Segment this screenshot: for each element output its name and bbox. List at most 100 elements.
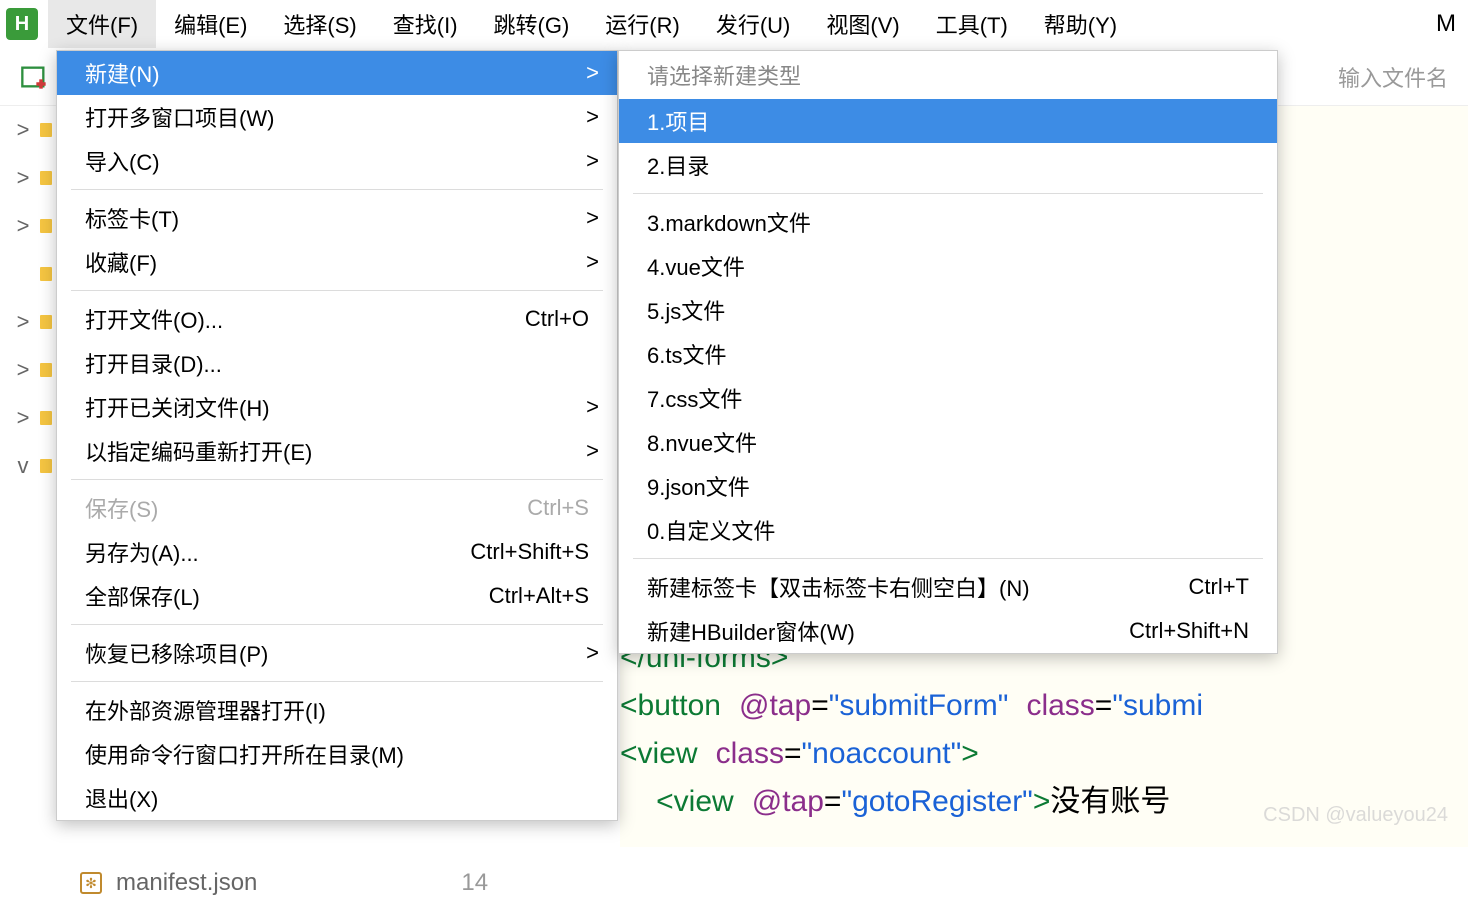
chevron-right-icon: >: [586, 60, 599, 86]
file-count: 14: [461, 869, 488, 897]
menu-shortcut: Ctrl+Alt+S: [489, 583, 589, 609]
menu-item-label: 恢复已移除项目(P): [85, 637, 589, 669]
file-menu-item[interactable]: 标签卡(T)>: [57, 196, 617, 240]
new-submenu: 请选择新建类型1.项目2.目录3.markdown文件4.vue文件5.js文件…: [618, 50, 1278, 654]
new-menu-item[interactable]: 新建标签卡【双击标签卡右侧空白】(N)Ctrl+T: [619, 565, 1277, 609]
menu-find[interactable]: 查找(I): [375, 0, 476, 48]
new-menu-item[interactable]: 4.vue文件: [619, 244, 1277, 288]
menu-separator: [71, 624, 603, 625]
tree-item[interactable]: [0, 250, 60, 298]
folder-icon: [40, 267, 52, 281]
file-menu-item[interactable]: 收藏(F)>: [57, 240, 617, 284]
menu-item-label: 收藏(F): [85, 246, 589, 278]
new-menu-item[interactable]: 0.自定义文件: [619, 508, 1277, 552]
menu-item-label: 打开目录(D)...: [85, 347, 589, 379]
file-menu-item[interactable]: 打开已关闭文件(H)>: [57, 385, 617, 429]
menu-item-label: 打开多窗口项目(W): [85, 101, 589, 133]
file-menu-item[interactable]: 恢复已移除项目(P)>: [57, 631, 617, 675]
new-menu-item[interactable]: 9.json文件: [619, 464, 1277, 508]
file-menu-item[interactable]: 新建(N)>: [57, 51, 617, 95]
bottom-file-row[interactable]: ✻ manifest.json 14: [80, 869, 488, 897]
menu-item-label: 全部保存(L): [85, 580, 489, 612]
menu-item-label: 5.js文件: [647, 294, 1249, 326]
menu-item-label: 打开文件(O)...: [85, 303, 525, 335]
chevron-right-icon: >: [14, 213, 32, 239]
filename-input-placeholder[interactable]: 输入文件名: [1338, 61, 1448, 93]
new-project-icon[interactable]: [20, 63, 48, 91]
menu-publish[interactable]: 发行(U): [698, 0, 809, 48]
new-menu-item[interactable]: 1.项目: [619, 99, 1277, 143]
app-logo: H: [6, 8, 38, 40]
menu-view[interactable]: 视图(V): [808, 0, 917, 48]
menu-item-label: 在外部资源管理器打开(I): [85, 694, 589, 726]
chevron-right-icon: >: [586, 148, 599, 174]
chevron-right-icon: >: [586, 438, 599, 464]
menu-file[interactable]: 文件(F): [48, 0, 156, 48]
new-menu-item[interactable]: 3.markdown文件: [619, 200, 1277, 244]
menu-item-label: 使用命令行窗口打开所在目录(M): [85, 738, 589, 770]
menu-tools[interactable]: 工具(T): [918, 0, 1026, 48]
menu-item-label: 导入(C): [85, 145, 589, 177]
tree-item[interactable]: >: [0, 298, 60, 346]
file-menu-item[interactable]: 导入(C)>: [57, 139, 617, 183]
file-menu-item[interactable]: 全部保存(L)Ctrl+Alt+S: [57, 574, 617, 618]
chevron-right-icon: >: [586, 104, 599, 130]
menu-separator: [71, 290, 603, 291]
menu-run[interactable]: 运行(R): [587, 0, 698, 48]
menu-separator: [71, 189, 603, 190]
new-menu-item[interactable]: 新建HBuilder窗体(W)Ctrl+Shift+N: [619, 609, 1277, 653]
folder-icon: [40, 171, 52, 185]
chevron-right-icon: >: [586, 394, 599, 420]
menu-separator: [633, 558, 1263, 559]
menu-item-label: 保存(S): [85, 492, 527, 524]
menu-item-label: 6.ts文件: [647, 338, 1249, 370]
tree-item[interactable]: >: [0, 346, 60, 394]
file-menu-item[interactable]: 打开目录(D)...: [57, 341, 617, 385]
new-menu-item[interactable]: 7.css文件: [619, 376, 1277, 420]
file-menu-item[interactable]: 保存(S)Ctrl+S: [57, 486, 617, 530]
file-menu-item[interactable]: 使用命令行窗口打开所在目录(M): [57, 732, 617, 776]
tree-item[interactable]: >: [0, 106, 60, 154]
folder-icon: [40, 123, 52, 137]
menu-item-label: 8.nvue文件: [647, 426, 1249, 458]
menu-item-label: 退出(X): [85, 782, 589, 814]
file-menu-item[interactable]: 打开多窗口项目(W)>: [57, 95, 617, 139]
sidebar-tree: > > > > > > v: [0, 106, 60, 907]
gear-icon: ✻: [80, 872, 102, 894]
file-menu-item[interactable]: 另存为(A)...Ctrl+Shift+S: [57, 530, 617, 574]
chevron-right-icon: >: [586, 249, 599, 275]
chevron-right-icon: >: [14, 309, 32, 335]
menu-item-label: 标签卡(T): [85, 202, 589, 234]
menu-item-label: 1.项目: [647, 105, 1249, 137]
new-menu-item[interactable]: 5.js文件: [619, 288, 1277, 332]
chevron-right-icon: >: [14, 117, 32, 143]
menu-item-label: 新建HBuilder窗体(W): [647, 615, 1129, 647]
menu-shortcut: Ctrl+Shift+N: [1129, 618, 1249, 644]
menu-item-label: 2.目录: [647, 149, 1249, 181]
menu-shortcut: Ctrl+O: [525, 306, 589, 332]
menu-shortcut: Ctrl+S: [527, 495, 589, 521]
menu-item-label: 7.css文件: [647, 382, 1249, 414]
file-name: manifest.json: [116, 869, 257, 897]
menubar: H 文件(F) 编辑(E) 选择(S) 查找(I) 跳转(G) 运行(R) 发行…: [0, 0, 1468, 48]
tree-item[interactable]: >: [0, 394, 60, 442]
menu-help[interactable]: 帮助(Y): [1026, 0, 1135, 48]
file-dropdown: 新建(N)>打开多窗口项目(W)>导入(C)>标签卡(T)>收藏(F)>打开文件…: [56, 50, 618, 821]
menubar-right-char: M: [1436, 10, 1462, 38]
file-menu-item[interactable]: 退出(X): [57, 776, 617, 820]
menu-select[interactable]: 选择(S): [265, 0, 374, 48]
new-menu-item[interactable]: 8.nvue文件: [619, 420, 1277, 464]
tree-item[interactable]: >: [0, 154, 60, 202]
menu-edit[interactable]: 编辑(E): [156, 0, 265, 48]
tree-item[interactable]: >: [0, 202, 60, 250]
menu-goto[interactable]: 跳转(G): [476, 0, 588, 48]
new-menu-item[interactable]: 6.ts文件: [619, 332, 1277, 376]
menu-separator: [71, 681, 603, 682]
new-menu-item[interactable]: 2.目录: [619, 143, 1277, 187]
menu-item-label: 另存为(A)...: [85, 536, 470, 568]
tree-item[interactable]: v: [0, 442, 60, 490]
file-menu-item[interactable]: 以指定编码重新打开(E)>: [57, 429, 617, 473]
file-menu-item[interactable]: 在外部资源管理器打开(I): [57, 688, 617, 732]
file-menu-item[interactable]: 打开文件(O)...Ctrl+O: [57, 297, 617, 341]
menu-item-label: 3.markdown文件: [647, 206, 1249, 238]
